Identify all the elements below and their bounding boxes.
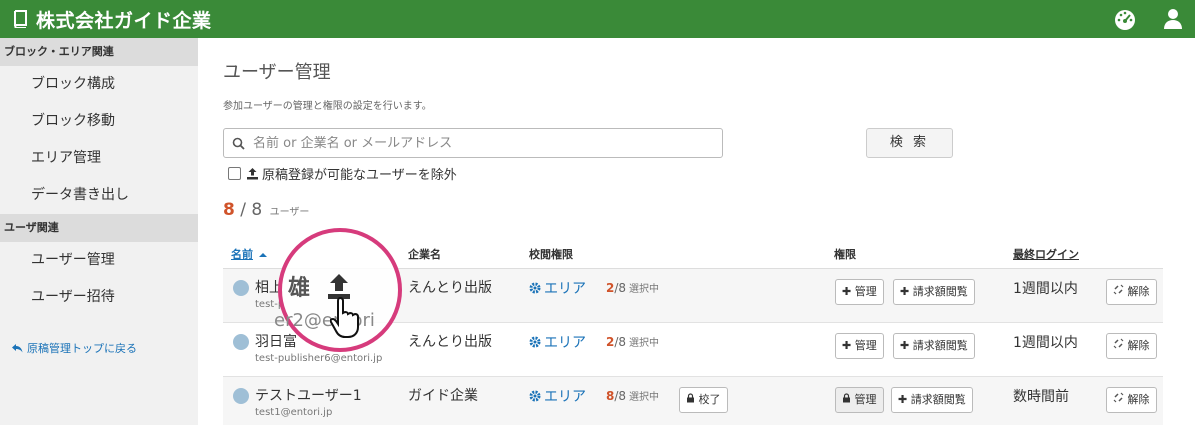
sidebar-item-block-structure[interactable]: ブロック構成 (0, 66, 198, 103)
user-count-separator: / (240, 200, 246, 220)
sidebar-item-user-invite[interactable]: ユーザー招待 (0, 279, 198, 316)
user-name: テストユーザー1 (255, 388, 362, 404)
back-to-top-link[interactable]: 原稿管理トップに戻る (0, 316, 198, 356)
table-row: テストユーザー1 test1@entori.jp ガイド企業 エリア 8/8 選択… (223, 377, 1163, 425)
page-title: ユーザー管理 (223, 62, 331, 83)
reply-arrow-icon (12, 344, 23, 353)
unlink-icon (1113, 284, 1124, 295)
company-name: えんとり出版 (408, 280, 492, 296)
unlink-icon (1113, 392, 1124, 403)
last-login: 数時間前 (1013, 389, 1069, 405)
sidebar: ブロック・エリア関連 ブロック構成 ブロック移動 エリア管理 データ書き出し ユ… (0, 38, 198, 425)
lock-icon (687, 393, 694, 403)
admin-button[interactable]: 管理 (835, 387, 884, 413)
area-link[interactable]: エリア (529, 332, 586, 352)
search-button[interactable]: 検 索 (866, 128, 953, 158)
search-icon (232, 137, 245, 150)
unlink-icon (1113, 338, 1124, 349)
sidebar-section-block-area: ブロック・エリア関連 (0, 38, 198, 66)
release-button[interactable]: 解除 (1106, 387, 1157, 413)
sidebar-item-area-management[interactable]: エリア管理 (0, 140, 198, 177)
column-company: 企業名 (408, 248, 441, 261)
exclude-checkbox[interactable] (228, 167, 241, 180)
release-button[interactable]: 解除 (1106, 279, 1157, 305)
column-last-login[interactable]: 最終ログイン (1013, 246, 1079, 262)
magnified-text: 雄 (288, 276, 311, 301)
column-name-label: 名前 (231, 248, 253, 261)
selection-count: 8/8 選択中 (606, 389, 660, 403)
book-icon (14, 10, 27, 28)
user-count-total: 8 (251, 200, 263, 220)
avatar (233, 388, 249, 404)
exclude-publishers-option[interactable]: 原稿登録が可能なユーザーを除外 (228, 164, 457, 183)
area-label: エリア (544, 335, 586, 351)
last-login: 1週間以内 (1013, 335, 1078, 351)
billing-view-button[interactable]: ✚ 請求額閲覧 (893, 279, 975, 305)
sidebar-item-block-move[interactable]: ブロック移動 (0, 103, 198, 140)
avatar (233, 334, 249, 350)
magnifier-highlight: 雄 er2@entori (274, 228, 402, 352)
admin-button[interactable]: ✚ 管理 (835, 333, 884, 359)
search-box[interactable] (223, 128, 723, 158)
column-review: 校閲権限 (529, 248, 573, 261)
sidebar-item-data-export[interactable]: データ書き出し (0, 177, 198, 214)
area-label: エリア (544, 281, 586, 297)
billing-view-button[interactable]: ✚ 請求額閲覧 (893, 333, 975, 359)
avatar (233, 280, 249, 296)
column-permission: 権限 (834, 248, 856, 261)
user-count: 8 / 8 ユーザー (223, 200, 309, 220)
gear-icon (529, 282, 541, 294)
column-name-sort[interactable]: 名前 (231, 246, 267, 262)
upload-icon (247, 168, 258, 180)
user-count-current: 8 (223, 200, 235, 220)
last-login: 1週間以内 (1013, 281, 1078, 297)
area-label: エリア (544, 389, 586, 405)
user-name: 羽日富 (255, 334, 297, 350)
gear-icon (529, 336, 541, 348)
sidebar-item-user-management[interactable]: ユーザー管理 (0, 242, 198, 279)
area-link[interactable]: エリア (529, 386, 586, 406)
brand[interactable]: 株式会社ガイド企業 (0, 6, 212, 33)
dashboard-icon[interactable] (1113, 7, 1137, 31)
brand-name: 株式会社ガイド企業 (36, 9, 212, 32)
page-description: 参加ユーザーの管理と権限の設定を行います。 (223, 101, 432, 112)
company-name: ガイド企業 (408, 388, 478, 404)
user-email: test1@entori.jp (255, 407, 333, 418)
search-input[interactable] (253, 135, 703, 151)
admin-button[interactable]: ✚ 管理 (835, 279, 884, 305)
release-button[interactable]: 解除 (1106, 333, 1157, 359)
user-icon[interactable] (1161, 7, 1185, 31)
proofread-button[interactable]: 校了 (679, 387, 728, 413)
company-name: えんとり出版 (408, 334, 492, 350)
selection-count: 2/8 選択中 (606, 281, 660, 295)
lock-icon (843, 393, 850, 403)
billing-view-button[interactable]: ✚ 請求額閲覧 (891, 387, 973, 413)
sort-ascending-icon (258, 253, 267, 257)
pointer-hand-icon (330, 296, 359, 338)
exclude-label: 原稿登録が可能なユーザーを除外 (262, 168, 457, 183)
back-to-top-label: 原稿管理トップに戻る (27, 342, 137, 355)
area-link[interactable]: エリア (529, 278, 586, 298)
user-count-unit: ユーザー (269, 207, 310, 218)
gear-icon (529, 390, 541, 402)
app-header: 株式会社ガイド企業 (0, 0, 1195, 38)
selection-count: 2/8 選択中 (606, 335, 660, 349)
user-email: test-publisher6@entori.jp (255, 353, 383, 364)
sidebar-section-users: ユーザ関連 (0, 214, 198, 242)
